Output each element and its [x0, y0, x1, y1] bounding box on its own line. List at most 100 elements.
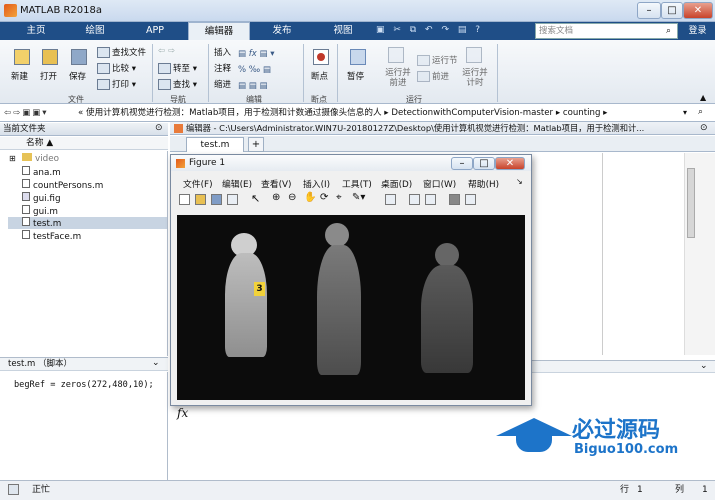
insert-button[interactable]: 插入 — [214, 46, 231, 58]
person-silhouette — [421, 265, 473, 373]
find-icon — [158, 79, 171, 90]
new-button[interactable]: 新建 — [11, 70, 28, 82]
goto-icon — [158, 63, 171, 74]
list-item[interactable]: gui.m — [22, 205, 58, 217]
search-input[interactable]: 搜索文档 — [535, 23, 678, 39]
list-item[interactable]: testFace.m — [22, 230, 81, 242]
panel-menu-icon[interactable]: ⊙ — [155, 123, 163, 133]
close-button[interactable]: ✕ — [683, 2, 713, 19]
editor-tab-test[interactable]: test.m — [186, 137, 244, 152]
run-advance-button[interactable]: 运行并前进 — [383, 68, 413, 88]
open-icon[interactable] — [195, 194, 206, 205]
m-file-icon — [22, 217, 30, 226]
tab-publish[interactable]: 发布 — [253, 22, 311, 40]
breakpoints-button[interactable]: 断点 — [311, 70, 328, 82]
pan-icon[interactable]: ✋ — [304, 192, 316, 203]
figure-menu-help[interactable]: 帮助(H) — [468, 177, 499, 190]
quick-access-toolbar[interactable]: ▣ ✂ ⧉ ↶ ↷ ▤ ? — [376, 25, 531, 38]
editor-margin-line — [602, 153, 603, 355]
editor-scrollbar-thumb[interactable] — [687, 168, 695, 238]
run-advance-icon — [388, 47, 404, 63]
address-nav-icons[interactable]: ⇦⇨▣▣▾ — [4, 108, 49, 118]
find-files-button[interactable]: 查找文件 — [97, 46, 146, 58]
figure-menu-arrow-icon[interactable]: ↘ — [516, 177, 523, 186]
address-dropdown-icon[interactable]: ▾ — [683, 108, 687, 117]
ribbon-collapse-icon[interactable]: ▲ — [700, 93, 706, 102]
minimize-button[interactable]: – — [637, 2, 661, 19]
pause-button[interactable]: 暂停 — [347, 70, 364, 82]
zoom-in-icon[interactable]: ⊕ — [272, 192, 280, 203]
editor-menu-icon[interactable]: ⊙ — [700, 123, 708, 133]
maximize-button[interactable]: □ — [661, 2, 683, 19]
brush-icon[interactable]: ✎▾ — [352, 192, 365, 203]
save-button[interactable]: 保存 — [69, 70, 86, 82]
figure-menu-edit[interactable]: 编辑(E) — [222, 177, 252, 190]
hide-tools-icon[interactable] — [449, 194, 460, 205]
figure-menu-desktop[interactable]: 桌面(D) — [381, 177, 412, 190]
ribbon-separator — [208, 44, 209, 102]
nav-arrows-icon: ⇦ ⇨ — [158, 46, 175, 56]
run-section-button[interactable]: 运行节 — [417, 54, 458, 66]
compare-button[interactable]: 比较 ▾ — [97, 62, 136, 74]
column-header[interactable]: 名称 ▲ — [0, 137, 168, 150]
advance-button[interactable]: 前进 — [417, 70, 449, 82]
figure-menu-file[interactable]: 文件(F) — [183, 177, 213, 190]
details-titlebar: test.m （脚本） — [0, 357, 168, 371]
search-icon[interactable]: ⌕ — [666, 26, 671, 36]
pointer-icon[interactable]: ↖ — [251, 192, 260, 205]
person-count-badge: 3 — [254, 282, 265, 296]
m-file-icon — [22, 166, 30, 175]
link-plot-icon[interactable] — [385, 194, 396, 205]
data-cursor-icon[interactable]: ⌖ — [336, 192, 342, 203]
new-icon — [14, 49, 30, 65]
legend-icon[interactable] — [425, 194, 436, 205]
list-item[interactable]: gui.fig — [22, 192, 61, 204]
print-icon[interactable] — [227, 194, 238, 205]
figure-close-button[interactable]: ✕ — [495, 157, 525, 170]
figure-menu-tools[interactable]: 工具(T) — [342, 177, 372, 190]
group-file-label: 文件 — [68, 95, 84, 104]
advance-icon — [417, 71, 430, 82]
login-button[interactable]: 登录 — [680, 22, 715, 40]
indent-button[interactable]: 缩进 — [214, 78, 231, 90]
new-tab-button[interactable]: + — [248, 137, 264, 152]
figure-menu-view[interactable]: 查看(V) — [261, 177, 291, 190]
show-tools-icon[interactable] — [465, 194, 476, 205]
file-name: test.m — [33, 219, 62, 229]
figure-maximize-button[interactable]: □ — [473, 157, 495, 170]
row-label: 行 — [620, 485, 630, 495]
zoom-out-icon[interactable]: ⊖ — [288, 192, 296, 203]
figure-menu-window[interactable]: 窗口(W) — [423, 177, 456, 190]
open-button[interactable]: 打开 — [40, 70, 57, 82]
save-icon[interactable] — [211, 194, 222, 205]
print-button[interactable]: 打印 ▾ — [97, 78, 136, 90]
tab-view[interactable]: 视图 — [314, 22, 372, 40]
new-figure-icon[interactable] — [179, 194, 190, 205]
figure-window[interactable]: Figure 1 – □ ✕ 文件(F) 编辑(E) 查看(V) 插入(I) 工… — [170, 154, 532, 406]
person-silhouette — [325, 223, 349, 247]
command-collapse-icon[interactable]: ⌄ — [700, 361, 708, 371]
address-search-icon[interactable]: ⌕ — [698, 107, 703, 117]
tab-plots[interactable]: 绘图 — [66, 22, 124, 40]
find-button[interactable]: 查找 ▾ — [158, 78, 197, 90]
rotate-icon[interactable]: ⟳ — [320, 192, 328, 203]
tab-editor[interactable]: 编辑器 — [188, 22, 250, 40]
list-item-selected[interactable]: test.m — [8, 217, 167, 229]
colorbar-icon[interactable] — [409, 194, 420, 205]
list-item-folder[interactable]: video — [22, 153, 59, 165]
figure-menu-insert[interactable]: 插入(I) — [303, 177, 330, 190]
comment-button[interactable]: 注释 — [214, 62, 231, 74]
save-icon — [71, 49, 87, 65]
run-time-button[interactable]: 运行并计时 — [462, 68, 488, 88]
goto-button[interactable]: 转至 ▾ — [158, 62, 197, 74]
details-collapse-icon[interactable]: ⌄ — [152, 358, 160, 368]
compare-icon — [97, 63, 110, 74]
list-item[interactable]: ana.m — [22, 166, 61, 178]
list-item[interactable]: countPersons.m — [22, 179, 103, 191]
figure-minimize-button[interactable]: – — [451, 157, 473, 170]
address-path[interactable]: « 使用计算机视觉进行检测：Matlab项目，用于检测和计数通过摄像头信息的人 … — [78, 105, 688, 121]
expand-icon[interactable]: ⊞ — [9, 154, 16, 163]
tab-apps[interactable]: APP — [126, 22, 184, 40]
edit-tools-icon[interactable]: ▤ fx ▤ ▾% ‰ ▤ ▤ ▤ ▤ — [238, 46, 274, 94]
tab-home[interactable]: 主页 — [8, 22, 64, 40]
